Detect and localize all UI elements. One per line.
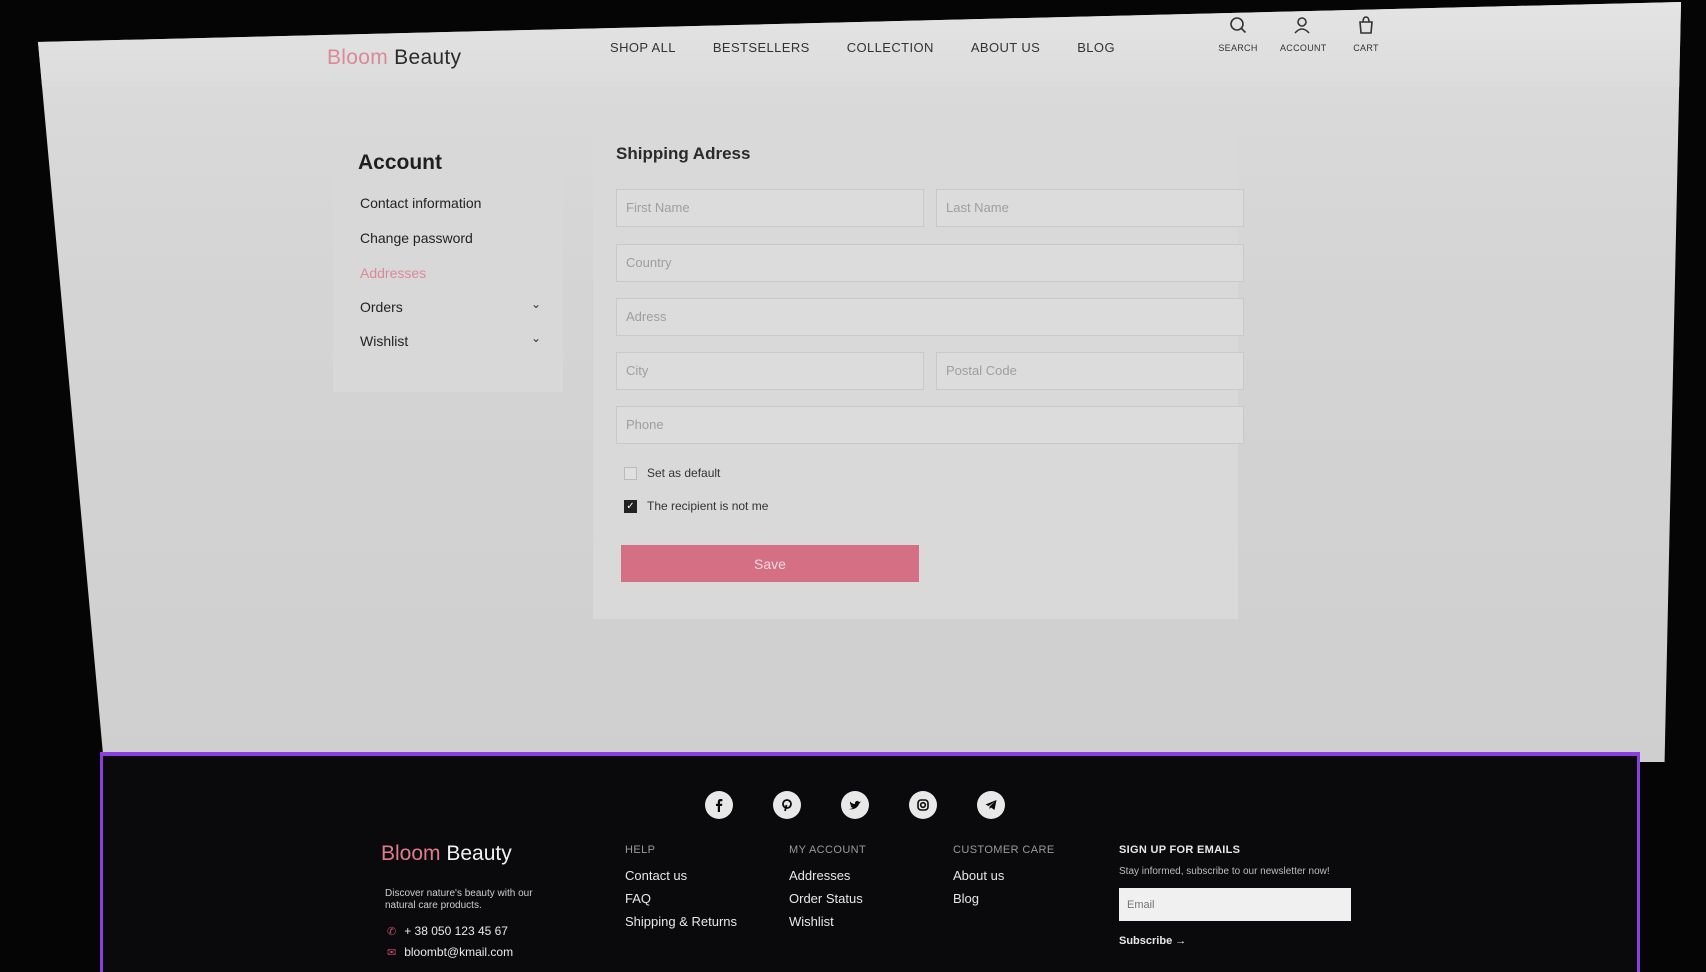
nav-collection[interactable]: COLLECTION <box>847 40 934 55</box>
twitter-icon[interactable] <box>841 791 869 819</box>
search-button[interactable]: SEARCH <box>1216 16 1260 56</box>
footer-phone-text: + 38 050 123 45 67 <box>404 924 508 938</box>
footer-link-addresses[interactable]: Addresses <box>789 868 866 883</box>
chevron-down-icon[interactable]: ⌄ <box>531 331 541 345</box>
footer-my-account-column: MY ACCOUNT Addresses Order Status Wishli… <box>789 844 866 937</box>
country-field[interactable] <box>616 244 1244 282</box>
brand-part-2: Beauty <box>394 46 462 69</box>
account-button[interactable]: ACCOUNT <box>1280 16 1327 56</box>
footer-phone[interactable]: ✆ + 38 050 123 45 67 <box>387 924 508 938</box>
footer-my-account-title: MY ACCOUNT <box>789 844 867 856</box>
footer-link-about-us[interactable]: About us <box>953 868 1055 883</box>
footer-link-contact-us[interactable]: Contact us <box>625 868 737 883</box>
set-default-label: Set as default <box>647 466 721 480</box>
address-field[interactable] <box>616 298 1244 336</box>
footer-help-title: HELP <box>625 844 656 856</box>
nav-shop-all[interactable]: SHOP ALL <box>610 40 676 55</box>
footer-brand-part-2: Beauty <box>446 842 512 865</box>
social-links <box>705 791 1005 819</box>
sidebar-item-orders[interactable]: Orders <box>360 299 403 315</box>
recipient-not-me-label: The recipient is not me <box>647 499 769 513</box>
postal-code-field[interactable] <box>936 352 1244 390</box>
footer-link-shipping-returns[interactable]: Shipping & Returns <box>625 914 737 929</box>
account-sidebar: Account Contact information Change passw… <box>333 129 563 392</box>
sidebar-title: Account <box>358 151 442 174</box>
sidebar-item-wishlist[interactable]: Wishlist <box>360 333 408 349</box>
footer-link-blog[interactable]: Blog <box>953 891 1055 906</box>
footer-customer-care-title: CUSTOMER CARE <box>953 844 1055 856</box>
cart-icon <box>1359 16 1373 34</box>
chevron-down-icon[interactable]: ⌄ <box>531 297 541 311</box>
footer-link-wishlist[interactable]: Wishlist <box>789 914 866 929</box>
newsletter-text: Stay informed, subscribe to our newslett… <box>1119 866 1330 877</box>
account-icon <box>1294 17 1310 34</box>
sidebar-item-addresses[interactable]: Addresses <box>360 265 426 281</box>
recipient-not-me-checkbox[interactable]: ✓ <box>624 499 637 513</box>
nav-bestsellers[interactable]: BESTSELLERS <box>713 40 810 55</box>
nav-about-us[interactable]: ABOUT US <box>971 40 1040 55</box>
footer-link-faq[interactable]: FAQ <box>625 891 737 906</box>
cart-label: CART <box>1353 43 1379 53</box>
footer-link-order-status[interactable]: Order Status <box>789 891 866 906</box>
site-header: Bloom Beauty SHOP ALL BESTSELLERS COLLEC… <box>38 2 1681 87</box>
brand-part-1: Bloom <box>327 46 389 69</box>
search-label: SEARCH <box>1218 43 1258 53</box>
instagram-icon[interactable] <box>909 791 937 819</box>
newsletter-email-input[interactable] <box>1119 888 1351 921</box>
facebook-icon[interactable] <box>705 791 733 819</box>
cart-button[interactable]: CART <box>1344 16 1388 56</box>
shipping-title: Shipping Adress <box>616 144 751 163</box>
footer-email[interactable]: ✉ bloombt@kmail.com <box>387 945 513 959</box>
newsletter-title: SIGN UP FOR EMAILS <box>1119 844 1241 856</box>
main-nav: SHOP ALL BESTSELLERS COLLECTION ABOUT US… <box>610 40 1152 55</box>
footer-brand-part-1: Bloom <box>381 842 441 865</box>
city-field[interactable] <box>616 352 924 390</box>
set-default-checkbox[interactable] <box>624 466 637 480</box>
first-name-field[interactable] <box>616 189 924 227</box>
phone-field[interactable] <box>616 406 1244 444</box>
sidebar-item-contact-information[interactable]: Contact information <box>360 195 481 211</box>
nav-blog[interactable]: BLOG <box>1077 40 1115 55</box>
sidebar-item-change-password[interactable]: Change password <box>360 230 473 246</box>
site-footer: Bloom Beauty Discover nature's beauty wi… <box>100 752 1640 972</box>
newsletter-signup: SIGN UP FOR EMAILS Stay informed, subscr… <box>1119 844 1359 947</box>
footer-description: Discover nature's beauty with our natura… <box>385 888 533 911</box>
footer-brand-logo[interactable]: Bloom Beauty <box>381 842 512 866</box>
recipient-not-me-row[interactable]: ✓ The recipient is not me <box>624 499 768 513</box>
last-name-field[interactable] <box>936 189 1244 227</box>
footer-customer-care-column: CUSTOMER CARE About us Blog <box>953 844 1055 914</box>
save-button[interactable]: Save <box>621 545 919 582</box>
monitor-screen: Bloom Beauty SHOP ALL BESTSELLERS COLLEC… <box>38 2 1681 762</box>
search-icon <box>1230 17 1247 34</box>
subscribe-button[interactable]: Subscribe → <box>1119 935 1359 947</box>
pinterest-icon[interactable] <box>773 791 801 819</box>
footer-email-text: bloombt@kmail.com <box>404 945 514 959</box>
shipping-address-card: Shipping Adress Set as default ✓ The rec… <box>593 114 1244 619</box>
telegram-icon[interactable] <box>977 791 1005 819</box>
account-label: ACCOUNT <box>1280 43 1327 53</box>
set-default-row[interactable]: Set as default <box>624 466 720 480</box>
mail-icon: ✉ <box>387 946 397 959</box>
phone-icon: ✆ <box>387 925 397 938</box>
brand-logo[interactable]: Bloom Beauty <box>327 46 461 70</box>
header-actions: SEARCH ACCOUNT CART <box>1216 16 1388 56</box>
footer-help-column: HELP Contact us FAQ Shipping & Returns <box>625 844 737 937</box>
